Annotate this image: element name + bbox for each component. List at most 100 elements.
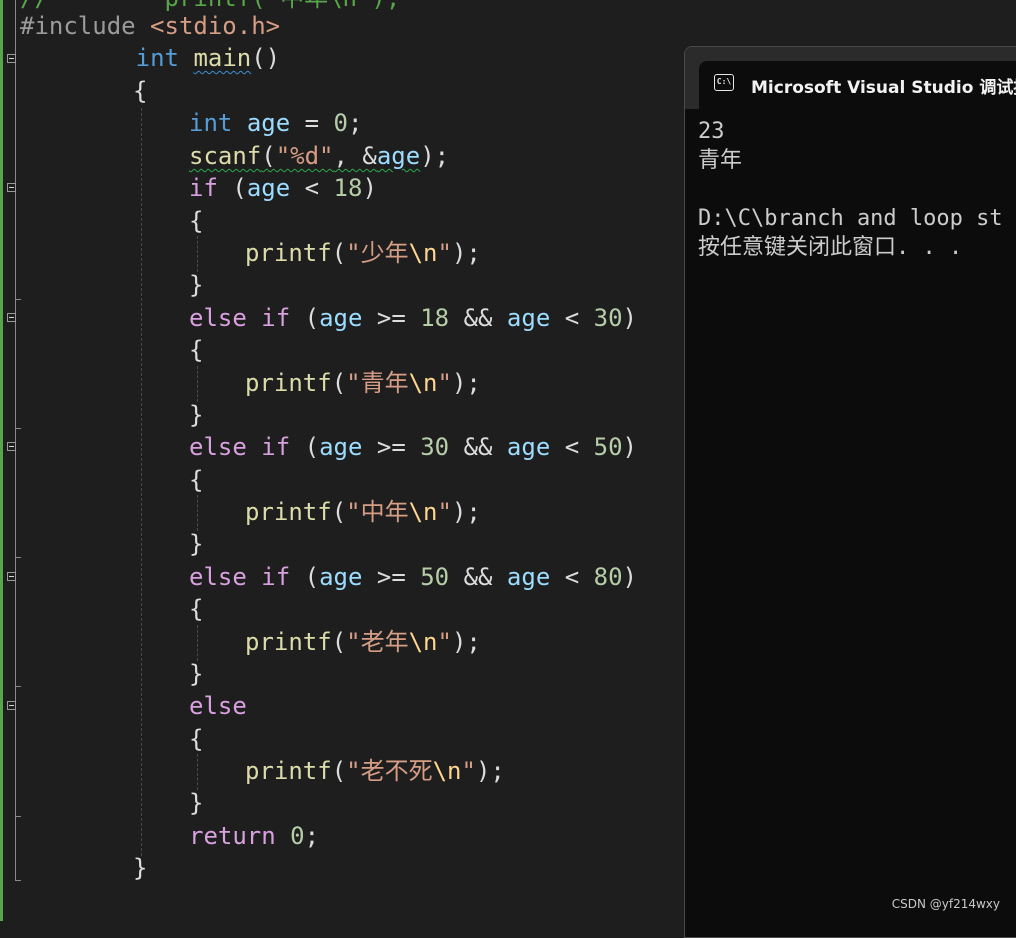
keyword-int: int — [135, 44, 179, 72]
code-line-printf[interactable]: printf("少年\n"); — [245, 237, 481, 269]
include-directive: #include — [20, 12, 136, 40]
code-line-open-brace[interactable]: { — [189, 334, 203, 366]
indent-guide — [141, 108, 142, 856]
escape-sequence: \n — [408, 498, 438, 526]
terminal-icon: C:\ — [714, 74, 734, 91]
change-tracking-bar — [0, 0, 3, 921]
code-line-else-if[interactable]: else if (age >= 50 && age < 80) — [189, 561, 637, 593]
code-line-age-decl[interactable]: int age = 0; — [189, 107, 362, 139]
string-literal: 老不死 — [360, 757, 433, 785]
code-line-printf[interactable]: printf("青年\n"); — [245, 367, 481, 399]
console-output[interactable]: 23 青年 D:\C\branch and loop st 按任意键关闭此窗口.… — [698, 117, 1003, 262]
code-line-return[interactable]: return 0; — [189, 820, 319, 852]
indent-guide — [197, 236, 198, 272]
keyword-else: else — [189, 433, 247, 461]
variable-age: age — [506, 304, 551, 332]
string-literal: 少年 — [360, 239, 409, 267]
console-tab[interactable]: C:\ Microsoft Visual Studio 调试控制台 — [699, 61, 1016, 109]
collapse-else-icon[interactable] — [7, 701, 16, 710]
code-line-close-brace[interactable]: } — [189, 528, 203, 560]
fold-end-tick — [15, 428, 21, 429]
number-literal: 30 — [593, 304, 623, 332]
code-line-else-if[interactable]: else if (age >= 30 && age < 50) — [189, 431, 637, 463]
indent-guide — [197, 625, 198, 661]
keyword-else: else — [189, 563, 247, 591]
indent-guide — [197, 754, 198, 790]
code-line-include[interactable]: #include <stdio.h> — [20, 10, 280, 42]
collapse-main-icon[interactable] — [7, 54, 16, 63]
console-line: 23 — [698, 119, 725, 144]
code-line-if[interactable]: if (age < 18) — [189, 172, 377, 204]
code-line-printf[interactable]: printf("老年\n"); — [245, 626, 481, 658]
format-string: "%d" — [275, 142, 334, 170]
function-main: main — [193, 44, 252, 72]
indent-guide — [197, 495, 198, 531]
fold-end-tick — [15, 816, 21, 817]
code-line-open-brace[interactable]: { — [189, 464, 203, 496]
code-line-open-brace[interactable]: { — [133, 75, 147, 107]
variable-age: age — [319, 433, 363, 461]
indent-guide — [197, 366, 198, 402]
variable-age: age — [376, 142, 421, 170]
fold-end-tick — [15, 686, 21, 687]
code-line-close-brace[interactable]: } — [133, 852, 147, 884]
console-title: Microsoft Visual Studio 调试控制台 — [751, 78, 1016, 98]
code-line-printf[interactable]: printf("老不死\n"); — [245, 755, 505, 787]
console-line: D:\C\branch and loop st — [698, 206, 1003, 231]
parens: () — [251, 44, 281, 72]
console-titlebar[interactable]: C:\ Microsoft Visual Studio 调试控制台 — [685, 47, 1016, 109]
code-line-open-brace[interactable]: { — [189, 205, 203, 237]
keyword-else: else — [189, 692, 247, 720]
number-literal: 18 — [333, 174, 363, 202]
number-literal: 0 — [290, 822, 305, 850]
fold-end-tick — [15, 299, 21, 300]
function-printf: printf — [245, 757, 332, 785]
escape-sequence: \n — [432, 757, 462, 785]
function-printf: printf — [245, 628, 332, 656]
collapse-if-icon[interactable] — [7, 183, 16, 192]
keyword-if: if — [261, 304, 291, 332]
string-literal: 老年 — [360, 628, 409, 656]
code-line-close-brace[interactable]: } — [189, 658, 203, 690]
function-printf: printf — [245, 498, 332, 526]
code-line-scanf[interactable]: scanf("%d", &age); — [189, 140, 449, 172]
code-line-else-if[interactable]: else if (age >= 18 && age < 30) — [189, 302, 637, 334]
function-printf: printf — [245, 369, 332, 397]
code-line-close-brace[interactable]: } — [189, 399, 203, 431]
code-line-printf[interactable]: printf("中年\n"); — [245, 496, 481, 528]
function-scanf: scanf — [189, 142, 262, 170]
keyword-else: else — [189, 304, 247, 332]
keyword-return: return — [189, 822, 276, 850]
string-literal: 中年 — [360, 498, 409, 526]
keyword-if: if — [189, 174, 218, 202]
fold-end-tick — [15, 557, 21, 558]
number-literal: 30 — [420, 433, 450, 461]
debug-console-window[interactable]: C:\ Microsoft Visual Studio 调试控制台 23 青年 … — [684, 46, 1016, 938]
escape-sequence: \n — [408, 239, 438, 267]
variable-age: age — [506, 433, 551, 461]
number-literal: 80 — [593, 563, 623, 591]
string-literal: 青年 — [360, 369, 409, 397]
watermark: CSDN @yf214wxy — [891, 897, 1000, 911]
code-line-main-decl[interactable]: int main() — [20, 42, 281, 74]
keyword-if: if — [261, 563, 291, 591]
collapse-else-if-icon[interactable] — [7, 572, 16, 581]
number-literal: 0 — [333, 109, 348, 137]
code-line-open-brace[interactable]: { — [189, 593, 203, 625]
collapse-else-if-icon[interactable] — [7, 313, 16, 322]
code-line-open-brace[interactable]: { — [189, 723, 203, 755]
include-header: <stdio.h> — [135, 12, 281, 40]
variable-age: age — [319, 563, 363, 591]
code-line-close-brace[interactable]: } — [189, 787, 203, 819]
keyword-if: if — [261, 433, 291, 461]
console-line: 按任意键关闭此窗口. . . — [698, 235, 963, 260]
number-literal: 50 — [593, 433, 623, 461]
variable-age: age — [246, 174, 291, 202]
function-printf: printf — [245, 239, 332, 267]
collapse-else-if-icon[interactable] — [7, 442, 16, 451]
fold-end-tick — [15, 880, 21, 881]
code-line-else[interactable]: else — [189, 690, 247, 722]
number-literal: 18 — [420, 304, 450, 332]
code-line-close-brace[interactable]: } — [189, 269, 203, 301]
